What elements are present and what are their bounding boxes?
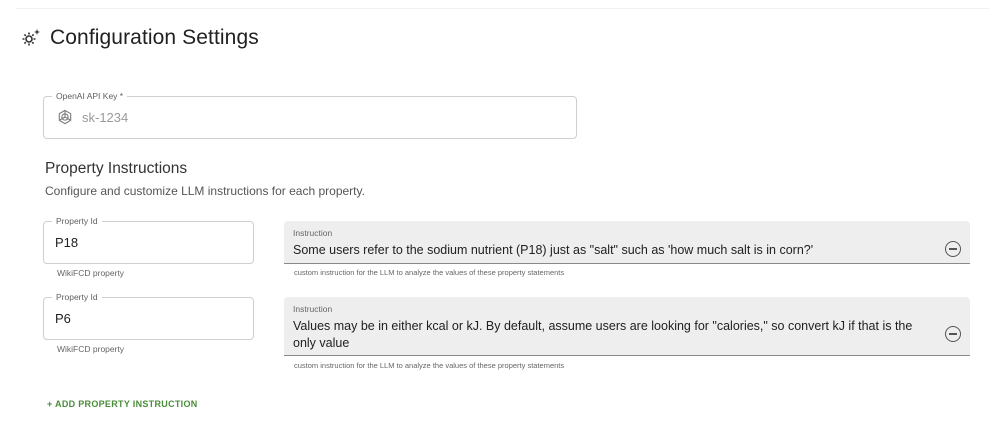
remove-circle-icon[interactable] <box>945 326 961 342</box>
gear-sparkle-icon <box>22 29 40 46</box>
remove-circle-icon[interactable] <box>945 241 961 257</box>
property-id-field[interactable]: Property Id P6 <box>43 291 254 340</box>
page-header: Configuration Settings <box>20 26 259 50</box>
openai-icon <box>58 109 72 125</box>
instruction-field[interactable]: Instruction Values may be in either kcal… <box>284 297 970 356</box>
section-subtitle: Configure and customize LLM instructions… <box>45 184 365 198</box>
page-title: Configuration Settings <box>50 26 259 49</box>
api-key-input[interactable]: sk-1234 <box>82 110 128 125</box>
property-id-field[interactable]: Property Id P18 <box>43 215 254 264</box>
property-id-label: Property Id <box>52 291 102 303</box>
top-divider <box>16 8 989 9</box>
property-id-input[interactable]: P6 <box>55 311 71 326</box>
property-id-label: Property Id <box>52 215 102 227</box>
property-id-helper: WikiFCD property <box>57 268 125 278</box>
instruction-field[interactable]: Instruction Some users refer to the sodi… <box>284 221 970 264</box>
instruction-helper: custom instruction for the LLM to analyz… <box>294 268 565 277</box>
instruction-input[interactable]: Values may be in either kcal or kJ. By d… <box>293 318 934 352</box>
section-title: Property Instructions <box>45 160 188 177</box>
api-key-label: OpenAI API Key * <box>52 90 128 102</box>
property-id-helper: WikiFCD property <box>57 344 125 354</box>
instruction-input[interactable]: Some users refer to the sodium nutrient … <box>293 242 934 259</box>
add-property-instruction-button[interactable]: + ADD PROPERTY INSTRUCTION <box>47 399 198 409</box>
property-id-input[interactable]: P18 <box>55 235 78 250</box>
api-key-field[interactable]: OpenAI API Key * sk-1234 <box>43 90 577 139</box>
instruction-label: Instruction <box>293 304 333 314</box>
instruction-label: Instruction <box>293 228 333 238</box>
instruction-helper: custom instruction for the LLM to analyz… <box>294 361 565 370</box>
